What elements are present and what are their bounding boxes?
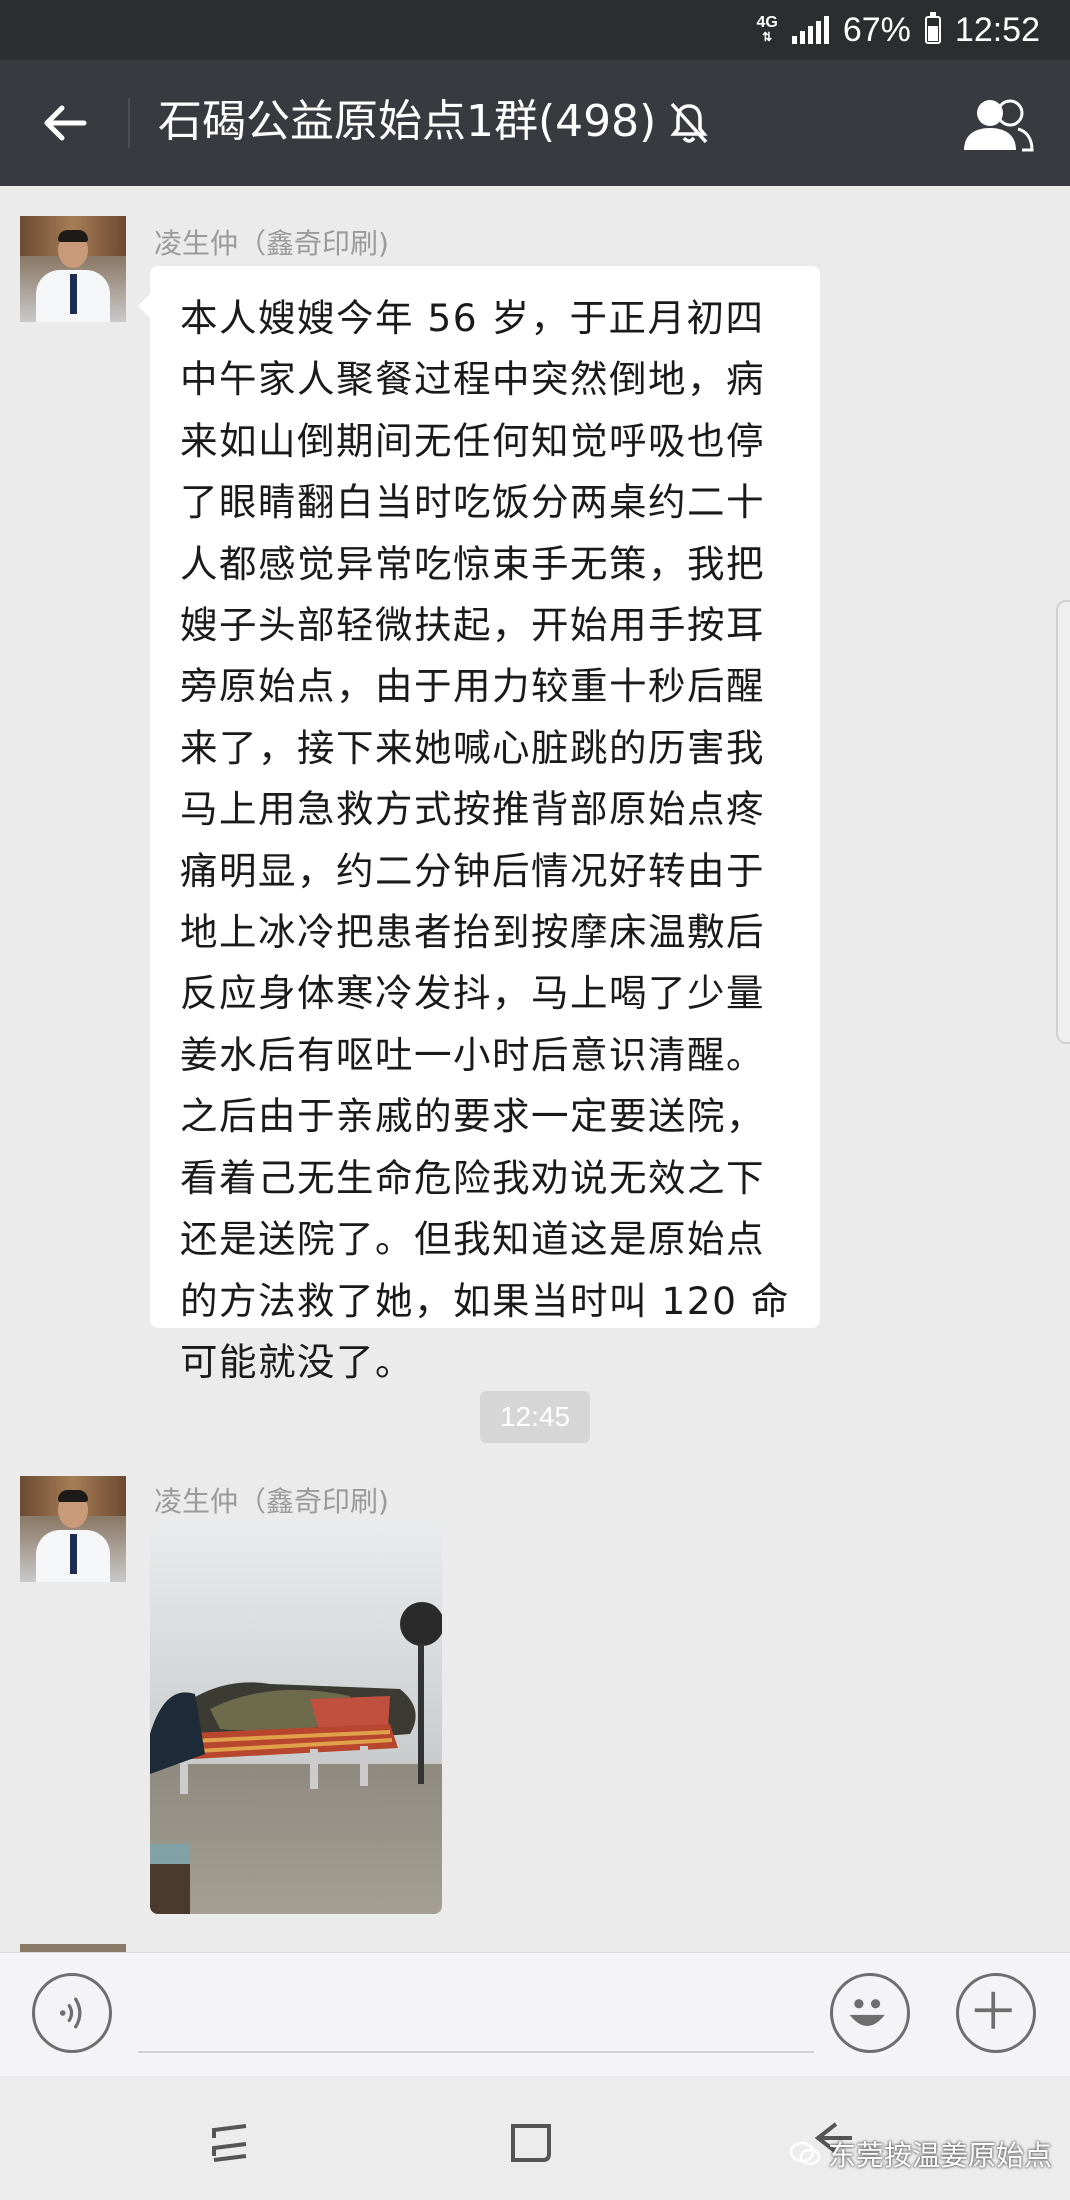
network-indicator: 4G ⇅ [756,14,778,45]
plus-button[interactable] [956,1973,1036,2053]
data-arrows-icon: ⇅ [762,30,773,44]
input-bar [0,1952,1070,2077]
sender-avatar[interactable] [20,1476,126,1582]
timestamp-chip: 12:45 [480,1391,590,1443]
header-divider [128,98,130,148]
network-type: 4G [756,14,778,31]
watermark: 东莞按温姜原始点 [790,2134,1052,2174]
message-input[interactable] [138,1983,814,2053]
home-icon[interactable] [505,2116,559,2170]
wechat-logo-icon [790,2141,820,2166]
message-photo[interactable] [150,1524,442,1914]
sender-name: 凌生仲（鑫奇印刷) [154,1485,389,1518]
status-bar: 4G ⇅ 67% 12:52 [0,0,1070,60]
scroll-handle[interactable] [1056,600,1070,1044]
sender-avatar[interactable] [20,216,126,322]
battery-percent: 67% [842,10,911,49]
mute-bell-icon [670,102,708,144]
sender-name: 凌生仲（鑫奇印刷) [154,227,389,260]
chat-header: 石碣公益原始点1群(498) [0,60,1070,186]
chat-title: 石碣公益原始点1群(498) [158,96,657,147]
recent-apps-icon[interactable] [204,2116,258,2170]
group-members-icon[interactable] [960,96,1034,152]
status-time: 12:52 [954,10,1040,49]
watermark-text: 东莞按温姜原始点 [828,2139,1053,2172]
voice-button[interactable] [32,1973,112,2053]
plus-icon [974,1991,1012,2029]
back-icon[interactable] [40,98,90,148]
next-avatar-partial [20,1944,126,1952]
message-bubble[interactable]: 本人嫂嫂今年 56 岁，于正月初四中午家人聚餐过程中突然倒地，病来如山倒期间无任… [138,266,820,1384]
signal-icon [791,16,829,44]
emoji-icon [849,1999,885,2026]
voice-icon [59,1997,82,2029]
emoji-button[interactable] [830,1973,910,2053]
photo-image [150,1524,442,1914]
battery-icon [924,12,941,44]
